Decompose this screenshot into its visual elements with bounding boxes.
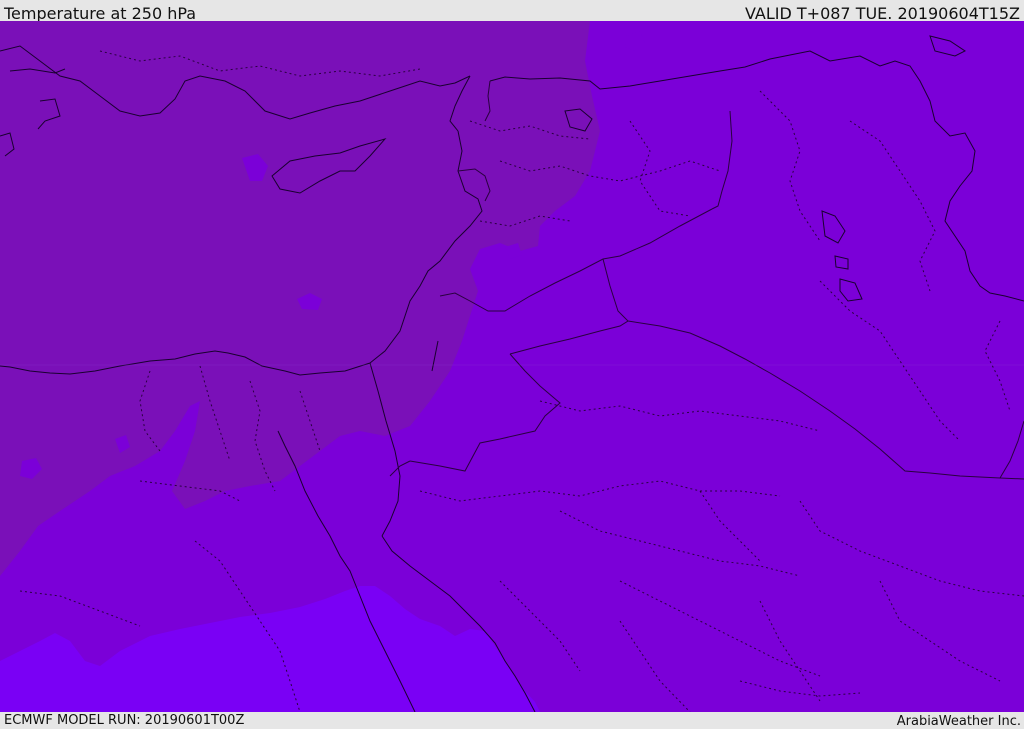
map-header: Temperature at 250 hPa VALID T+087 TUE. … [0, 0, 1024, 23]
temperature-map [0, 21, 1024, 712]
map-footer: ECMWF MODEL RUN: 20190601T00Z ArabiaWeat… [0, 712, 1024, 729]
weather-map-frame: Temperature at 250 hPa VALID T+087 TUE. … [0, 0, 1024, 729]
model-run-label: ECMWF MODEL RUN: 20190601T00Z [4, 713, 245, 728]
map-canvas [0, 21, 1024, 712]
credit-label: ArabiaWeather Inc. [896, 714, 1021, 729]
